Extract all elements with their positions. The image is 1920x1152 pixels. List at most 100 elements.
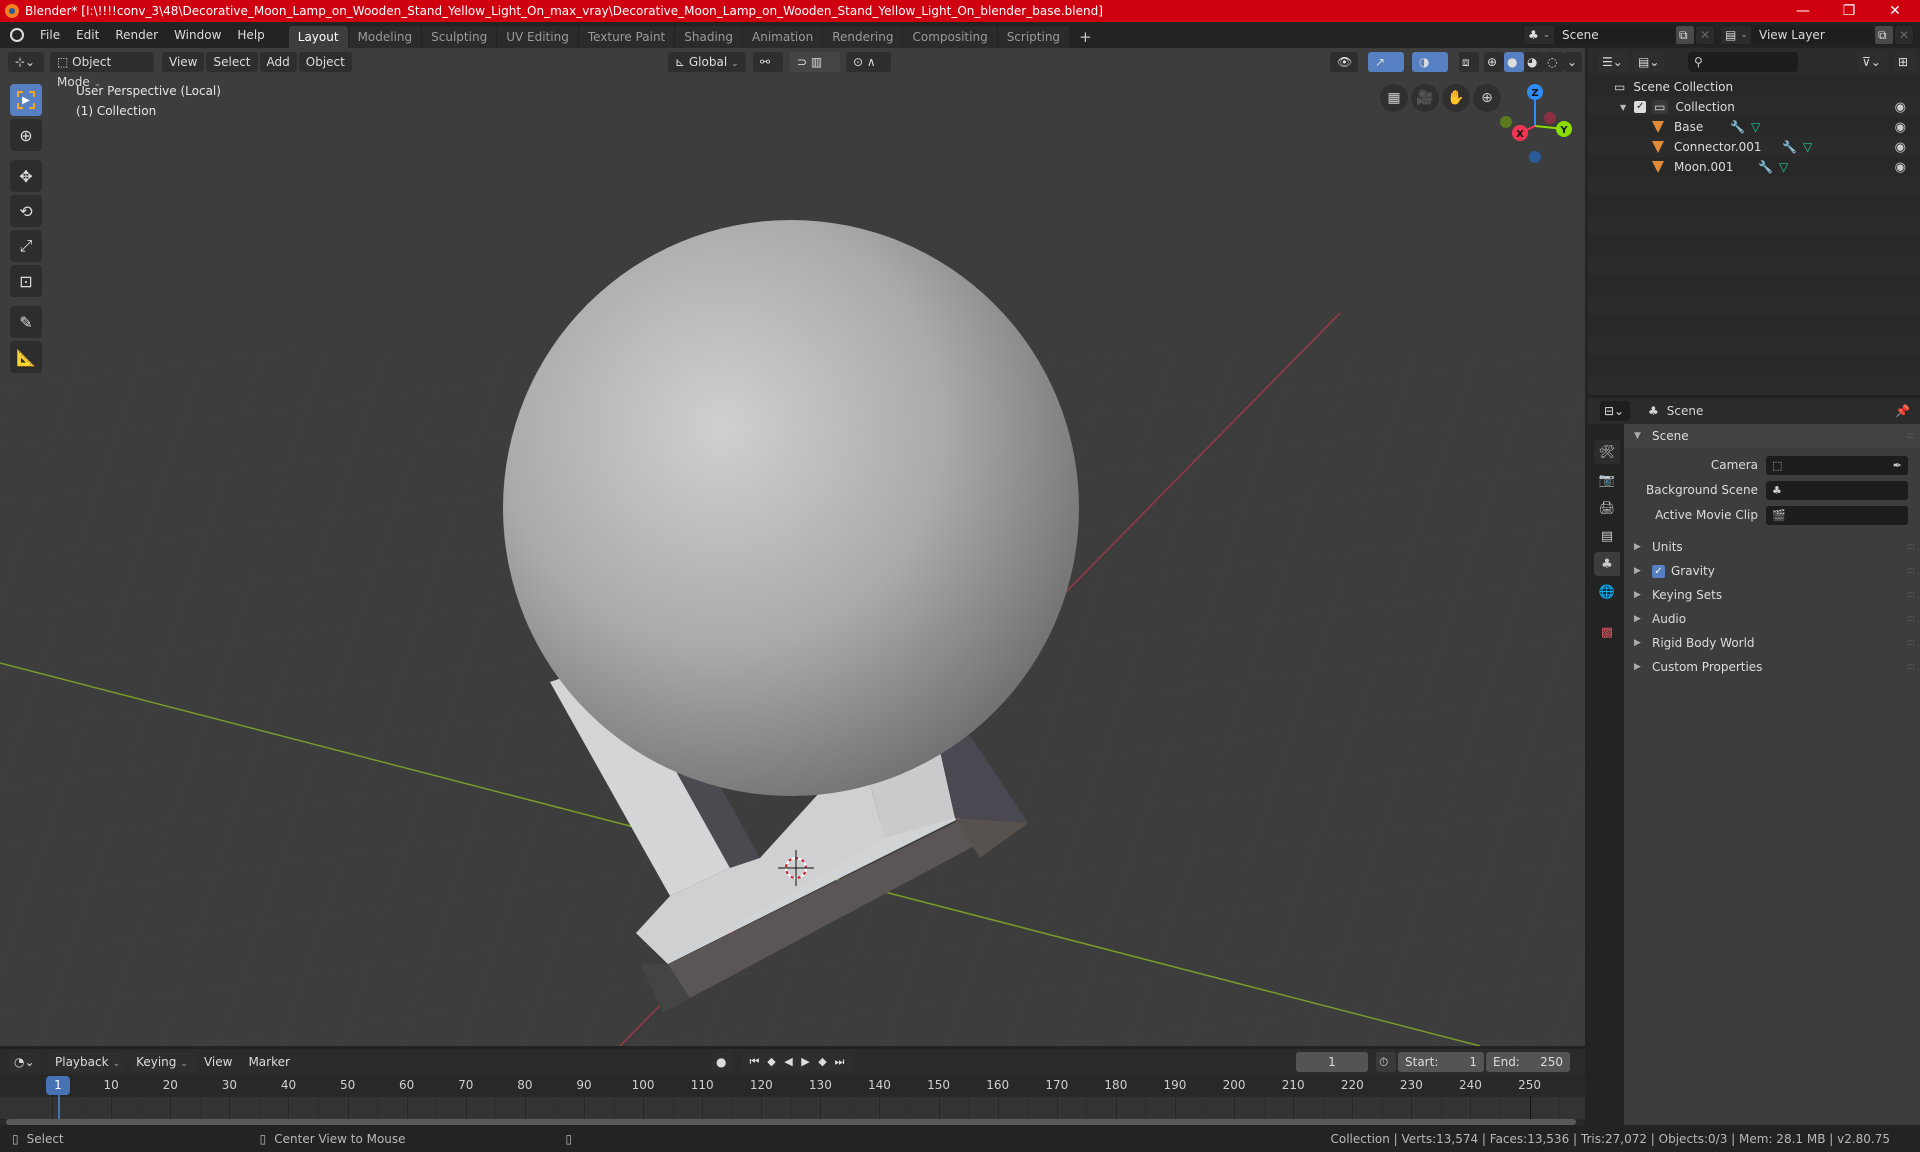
menu-select[interactable]: Select	[206, 52, 258, 72]
xray-toggle-button[interactable]: ⧈	[1459, 52, 1479, 72]
shading-rendered-button[interactable]: ◌	[1544, 52, 1564, 72]
tab-scripting[interactable]: Scripting	[997, 26, 1070, 48]
cursor-tool[interactable]: ⊕	[10, 119, 42, 151]
zoom-icon[interactable]: ⊕	[1473, 84, 1501, 112]
menu-render[interactable]: Render	[107, 24, 166, 46]
display-mode-button[interactable]: ▤⌄	[1634, 52, 1664, 72]
tab-compositing[interactable]: Compositing	[903, 26, 997, 48]
timeline-ruler[interactable]: 1 10 20 30 40 50 60 70 80 90 100 110 120 130 140 150 160…	[0, 1075, 1590, 1125]
tab-animation[interactable]: Animation	[743, 26, 823, 48]
record-button[interactable]: ●	[712, 1052, 732, 1072]
modifier-wrench-icon[interactable]: 🔧	[1758, 160, 1773, 174]
filter-button[interactable]: ⊽⌄	[1858, 52, 1888, 72]
maximize-button[interactable]: ❐	[1826, 0, 1872, 22]
measure-tool[interactable]: 📐	[10, 341, 42, 373]
tab-render[interactable]: 📷	[1594, 468, 1620, 492]
select-box-tool[interactable]: ▶	[10, 84, 42, 116]
drag-grip-icon[interactable]: ::::	[1906, 638, 1915, 648]
menu-edit[interactable]: Edit	[68, 24, 107, 46]
menu-help[interactable]: Help	[229, 24, 272, 46]
tab-texture-paint[interactable]: Texture Paint	[578, 26, 675, 48]
toggle-ortho-icon[interactable]: ▦	[1380, 84, 1408, 112]
mesh-data-icon[interactable]: ▽	[1779, 160, 1788, 174]
delete-scene-button[interactable]: ✕	[1695, 25, 1715, 45]
scene-browse-button[interactable]: ♣ ⌄	[1523, 25, 1555, 45]
move-tool[interactable]: ✥	[10, 160, 42, 192]
timeline-editor-type-button[interactable]: ◔⌄	[10, 1052, 40, 1072]
tab-scene[interactable]: ♣	[1594, 552, 1620, 576]
mode-selector[interactable]: ⬚ Object Mode ⌄	[50, 52, 154, 89]
orientation-selector[interactable]: ⊾ Global ⌄	[668, 52, 746, 72]
drag-grip-icon[interactable]: ::::	[1906, 542, 1915, 552]
drag-grip-icon[interactable]: ::::	[1906, 431, 1915, 441]
mesh-data-icon[interactable]: ▽	[1751, 120, 1760, 134]
mesh-data-icon[interactable]: ▽	[1803, 140, 1812, 154]
tab-output[interactable]: 🖨	[1594, 496, 1620, 520]
drag-grip-icon[interactable]: ::::	[1906, 662, 1915, 672]
view-layer-browse-button[interactable]: ▤ ⌄	[1720, 25, 1752, 45]
background-scene-field[interactable]: ♣	[1766, 480, 1908, 500]
drag-grip-icon[interactable]: ::::	[1906, 566, 1915, 576]
scale-tool[interactable]: ⤢	[10, 230, 42, 262]
prev-keyframe-button[interactable]: ◆	[763, 1055, 780, 1069]
modifier-wrench-icon[interactable]: 🔧	[1730, 120, 1745, 134]
scene-panel-header[interactable]: ▼ Scene ::::	[1624, 424, 1920, 448]
camera-field[interactable]: ⬚ ✒	[1766, 455, 1908, 475]
outliner-search-input[interactable]: ⚲	[1688, 52, 1798, 72]
drag-grip-icon[interactable]: ::::	[1906, 590, 1915, 600]
timeline-track[interactable]	[0, 1097, 1585, 1119]
pivot-point-button[interactable]: ⚯	[753, 52, 783, 72]
custom-properties-panel[interactable]: ▶ Custom Properties::::	[1624, 655, 1920, 679]
active-movie-clip-field[interactable]: 🎬	[1766, 505, 1908, 525]
preview-range-button[interactable]: ⏱	[1376, 1052, 1396, 1072]
menu-timeline-view[interactable]: View	[197, 1052, 239, 1072]
shading-solid-button[interactable]: ●	[1504, 52, 1524, 72]
tab-world[interactable]: 🌐	[1594, 580, 1620, 604]
eye-icon[interactable]: ◉	[1895, 120, 1906, 135]
menu-playback[interactable]: Playback ⌄	[48, 1052, 128, 1072]
gizmo-toggle-button[interactable]: ↗	[1368, 52, 1404, 72]
modifier-wrench-icon[interactable]: 🔧	[1782, 140, 1797, 154]
visibility-selector-icon[interactable]: 👁	[1330, 52, 1358, 72]
transform-tool[interactable]: ⊡	[10, 265, 42, 297]
eyedropper-icon[interactable]: ✒	[1893, 459, 1902, 472]
units-panel[interactable]: ▶ Units::::	[1624, 535, 1920, 559]
pan-hand-icon[interactable]: ✋	[1442, 84, 1470, 112]
keying-sets-panel[interactable]: ▶ Keying Sets::::	[1624, 583, 1920, 607]
menu-file[interactable]: File	[32, 24, 68, 46]
delete-view-layer-button[interactable]: ✕	[1894, 25, 1914, 45]
menu-view[interactable]: View	[162, 52, 205, 72]
3d-viewport[interactable]: Z Y X ⊹⌄ ⬚ Object Mode ⌄ View Select Add …	[0, 48, 1585, 1046]
collection-checkbox[interactable]: ✓	[1634, 101, 1647, 113]
play-button[interactable]: ▶	[797, 1055, 814, 1069]
new-collection-button[interactable]: ⊞	[1894, 52, 1916, 72]
editor-type-button[interactable]: ⊹⌄	[8, 52, 44, 72]
new-view-layer-button[interactable]: ⧉	[1874, 25, 1894, 45]
pin-icon[interactable]: 📌	[1895, 404, 1910, 418]
tab-texture[interactable]: ▩	[1594, 620, 1620, 644]
play-reverse-button[interactable]: ◀	[780, 1055, 797, 1069]
tab-uv-editing[interactable]: UV Editing	[497, 26, 578, 48]
proportional-edit-button[interactable]: ⊙ ∧	[846, 52, 891, 72]
jump-start-button[interactable]: ⏮	[746, 1055, 763, 1069]
properties-editor-type-button[interactable]: ⊟⌄	[1600, 401, 1630, 421]
audio-panel[interactable]: ▶ Audio::::	[1624, 607, 1920, 631]
annotate-tool[interactable]: ✎	[10, 306, 42, 338]
rigid-body-world-panel[interactable]: ▶ Rigid Body World::::	[1624, 631, 1920, 655]
outliner-object-moon[interactable]: Moon.001 🔧 ▽ ◉	[1588, 157, 1920, 177]
playhead-frame-indicator[interactable]: 1	[46, 1076, 70, 1095]
jump-end-button[interactable]: ⏭	[831, 1055, 848, 1069]
add-workspace-button[interactable]: +	[1070, 26, 1101, 48]
outliner-collection[interactable]: ▼ ✓ ▭ Collection ◉	[1588, 97, 1920, 117]
frame-start-field[interactable]: Start: 1	[1398, 1052, 1484, 1072]
drag-grip-icon[interactable]: ::::	[1906, 614, 1915, 624]
next-keyframe-button[interactable]: ◆	[814, 1055, 831, 1069]
tab-view-layer[interactable]: ▤	[1594, 524, 1620, 548]
menu-window[interactable]: Window	[166, 24, 229, 46]
scene-name-field[interactable]: Scene	[1555, 25, 1675, 45]
gravity-panel[interactable]: ▶ ✓ Gravity::::	[1624, 559, 1920, 583]
outliner-scene-collection[interactable]: ▭ Scene Collection	[1588, 77, 1920, 97]
menu-keying[interactable]: Keying ⌄	[129, 1052, 195, 1072]
blender-menu-icon[interactable]	[10, 28, 24, 42]
camera-view-icon[interactable]: 🎥	[1411, 84, 1439, 112]
